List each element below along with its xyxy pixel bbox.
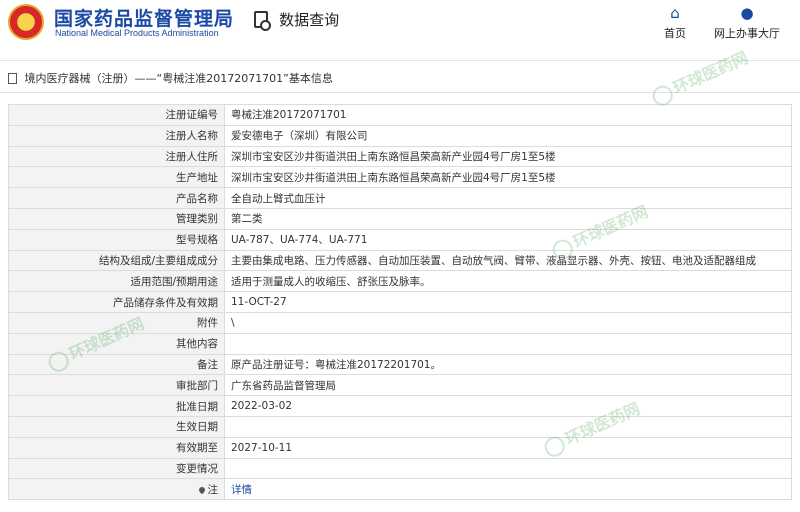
row-value: 广东省药品监督管理局 xyxy=(224,374,792,397)
table-row: 备注 原产品注册证号：粤械注准20172201701。 xyxy=(8,353,792,376)
row-value: 适用于测量成人的收缩压、舒张压及脉率。 xyxy=(224,270,792,293)
table-row: 管理类别 第二类 xyxy=(8,207,792,230)
document-icon xyxy=(8,72,17,84)
table-row: 注详情 xyxy=(8,478,792,501)
row-value: 深圳市宝安区沙井街道洪田上南东路恒昌荣高新产业园4号厂房1至5楼 xyxy=(224,166,792,189)
table-row: 产品储存条件及有效期 11-OCT-27 xyxy=(8,291,792,313)
location-pin-icon xyxy=(197,485,206,494)
row-label: 注册人名称 xyxy=(8,124,225,147)
breadcrumb: 境内医疗器械（注册）——“粤械注准20172071701”基本信息 xyxy=(0,66,800,93)
agency-name-en: National Medical Products Administration xyxy=(55,28,219,38)
row-value: 主要由集成电路、压力传感器、自动加压装置、自动放气阀、臂带、液晶显示器、外壳、按… xyxy=(224,249,792,272)
row-label-note: 注 xyxy=(8,478,225,501)
table-row: 附件 \ xyxy=(8,311,792,334)
table-row: 产品名称 全自动上臂式血压计 xyxy=(8,187,792,209)
row-label: 备注 xyxy=(8,353,225,376)
row-label: 型号规格 xyxy=(8,228,225,251)
row-value: 全自动上臂式血压计 xyxy=(224,187,792,209)
user-icon: ● xyxy=(740,4,754,22)
row-label: 其他内容 xyxy=(8,332,225,355)
row-label: 适用范围/预期用途 xyxy=(8,270,225,293)
row-label: 生产地址 xyxy=(8,166,225,189)
note-label: 注 xyxy=(207,483,219,496)
page-title-group: 数据查询 xyxy=(254,9,340,31)
row-value xyxy=(224,332,792,355)
row-label: 结构及组成/主要组成成分 xyxy=(8,249,225,272)
row-value: 原产品注册证号：粤械注准20172201701。 xyxy=(224,353,792,376)
row-label: 注册证编号 xyxy=(8,104,225,126)
table-row: 结构及组成/主要组成成分 主要由集成电路、压力传感器、自动加压装置、自动放气阀、臂… xyxy=(8,249,792,272)
row-label: 产品名称 xyxy=(8,187,225,209)
page-title: 数据查询 xyxy=(279,11,340,29)
national-emblem-icon: ★ xyxy=(8,4,44,40)
table-row: 有效期至 2027-10-11 xyxy=(8,436,792,459)
row-value: 粤械注准20172071701 xyxy=(224,104,792,126)
nav-online-service-hall[interactable]: ● 网上办事大厅 xyxy=(712,6,782,41)
table-row: 其他内容 xyxy=(8,332,792,355)
table-row: 注册人住所 深圳市宝安区沙井街道洪田上南东路恒昌荣高新产业园4号厂房1至5楼 xyxy=(8,145,792,168)
details-link[interactable]: 详情 xyxy=(231,484,252,496)
row-value: 2027-10-11 xyxy=(224,436,792,459)
row-label: 变更情况 xyxy=(8,457,225,480)
row-label: 管理类别 xyxy=(8,207,225,230)
row-value: 2022-03-02 xyxy=(224,395,792,417)
row-value: 深圳市宝安区沙井街道洪田上南东路恒昌荣高新产业园4号厂房1至5楼 xyxy=(224,145,792,168)
row-value: 详情 xyxy=(224,478,792,501)
table-row: 注册人名称 爱安德电子（深圳）有限公司 xyxy=(8,124,792,147)
agency-name: 国家药品监督管理局 xyxy=(54,8,235,30)
breadcrumb-text: 境内医疗器械（注册）——“粤械注准20172071701”基本信息 xyxy=(24,72,333,85)
site-header: ★ 国家药品监督管理局 National Medical Products Ad… xyxy=(0,0,800,61)
row-value xyxy=(224,457,792,480)
row-value: 11-OCT-27 xyxy=(224,291,792,313)
table-row: 生效日期 xyxy=(8,415,792,438)
detail-table: 注册证编号 粤械注准20172071701 注册人名称 爱安德电子（深圳）有限公司 … xyxy=(8,104,792,501)
table-row: 变更情况 xyxy=(8,457,792,480)
home-icon: ⌂ xyxy=(670,4,680,22)
row-value xyxy=(224,415,792,438)
row-label: 批准日期 xyxy=(8,395,225,417)
row-value: 爱安德电子（深圳）有限公司 xyxy=(224,124,792,147)
document-search-icon xyxy=(254,11,271,31)
row-label: 附件 xyxy=(8,311,225,334)
table-row: 批准日期 2022-03-02 xyxy=(8,395,792,417)
row-value: \ xyxy=(224,311,792,334)
nav-online-label: 网上办事大厅 xyxy=(714,27,780,40)
row-label: 生效日期 xyxy=(8,415,225,438)
table-row: 型号规格 UA-787、UA-774、UA-771 xyxy=(8,228,792,251)
nav-home-label: 首页 xyxy=(664,27,686,40)
row-label: 有效期至 xyxy=(8,436,225,459)
table-row: 生产地址 深圳市宝安区沙井街道洪田上南东路恒昌荣高新产业园4号厂房1至5楼 xyxy=(8,166,792,189)
table-row: 审批部门 广东省药品监督管理局 xyxy=(8,374,792,397)
row-label: 审批部门 xyxy=(8,374,225,397)
table-row: 注册证编号 粤械注准20172071701 xyxy=(8,104,792,126)
row-value: UA-787、UA-774、UA-771 xyxy=(224,228,792,251)
row-label: 注册人住所 xyxy=(8,145,225,168)
table-row: 适用范围/预期用途 适用于测量成人的收缩压、舒张压及脉率。 xyxy=(8,270,792,293)
nav-home[interactable]: ⌂ 首页 xyxy=(660,6,690,41)
row-value: 第二类 xyxy=(224,207,792,230)
row-label: 产品储存条件及有效期 xyxy=(8,291,225,313)
